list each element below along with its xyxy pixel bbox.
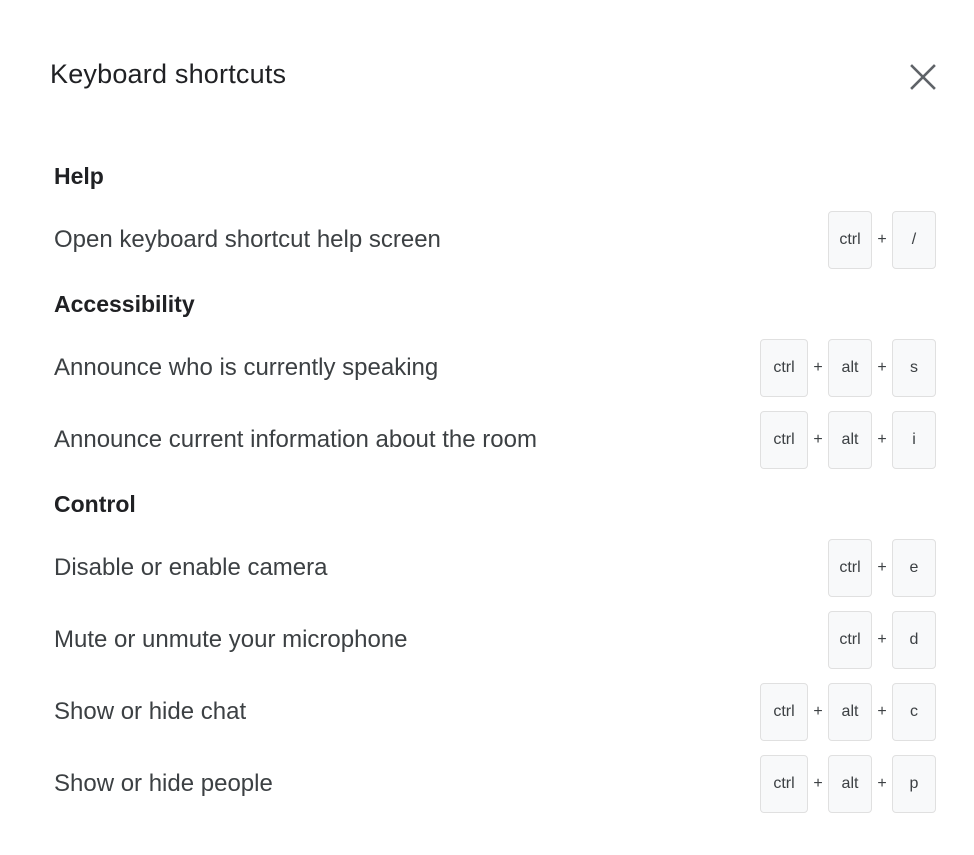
section-title-control: Control bbox=[54, 491, 136, 517]
section-title-help: Help bbox=[54, 163, 104, 189]
key-separator: + bbox=[877, 559, 887, 576]
shortcut-label: Announce who is currently speaking bbox=[54, 354, 439, 381]
key-cap: d bbox=[892, 611, 936, 669]
key-separator: + bbox=[813, 359, 823, 376]
key-cap: e bbox=[892, 539, 936, 597]
key-separator: + bbox=[877, 703, 887, 720]
key-separator: + bbox=[877, 631, 887, 648]
shortcut-row: Open keyboard shortcut help screen ctrl … bbox=[54, 204, 936, 276]
shortcut-row: Announce current information about the r… bbox=[54, 404, 936, 476]
key-separator: + bbox=[877, 359, 887, 376]
key-separator: + bbox=[877, 231, 887, 248]
shortcut-keys: ctrl + alt + s bbox=[760, 339, 936, 397]
shortcut-label: Show or hide chat bbox=[54, 698, 247, 725]
dialog-title: Keyboard shortcuts bbox=[50, 59, 287, 89]
key-separator: + bbox=[877, 431, 887, 448]
close-button[interactable] bbox=[898, 54, 948, 100]
close-icon bbox=[910, 64, 936, 90]
shortcut-keys: ctrl + d bbox=[828, 611, 936, 669]
key-separator: + bbox=[877, 775, 887, 792]
keyboard-shortcuts-dialog: Keyboard shortcuts Help Open keyboard sh… bbox=[0, 0, 974, 855]
shortcut-keys: ctrl + alt + c bbox=[760, 683, 936, 741]
key-cap: alt bbox=[828, 683, 872, 741]
key-cap: ctrl bbox=[828, 539, 872, 597]
key-cap: ctrl bbox=[760, 339, 808, 397]
shortcut-row: Disable or enable camera ctrl + e bbox=[54, 532, 936, 604]
shortcut-keys: ctrl + / bbox=[828, 211, 936, 269]
key-cap: ctrl bbox=[760, 411, 808, 469]
key-cap: ctrl bbox=[828, 611, 872, 669]
shortcut-row: Show or hide people ctrl + alt + p bbox=[54, 748, 936, 820]
shortcut-keys: ctrl + alt + i bbox=[760, 411, 936, 469]
shortcut-label: Announce current information about the r… bbox=[54, 426, 537, 453]
shortcuts-list: Help Open keyboard shortcut help screen … bbox=[54, 148, 936, 820]
key-cap: c bbox=[892, 683, 936, 741]
shortcut-keys: ctrl + alt + p bbox=[760, 755, 936, 813]
key-cap: i bbox=[892, 411, 936, 469]
key-cap: s bbox=[892, 339, 936, 397]
key-separator: + bbox=[813, 775, 823, 792]
shortcut-label: Open keyboard shortcut help screen bbox=[54, 226, 441, 253]
shortcut-row: Announce who is currently speaking ctrl … bbox=[54, 332, 936, 404]
key-cap: p bbox=[892, 755, 936, 813]
shortcut-keys: ctrl + e bbox=[828, 539, 936, 597]
shortcut-row: Mute or unmute your microphone ctrl + d bbox=[54, 604, 936, 676]
key-cap: ctrl bbox=[760, 755, 808, 813]
key-separator: + bbox=[813, 431, 823, 448]
key-cap: / bbox=[892, 211, 936, 269]
shortcut-label: Show or hide people bbox=[54, 770, 273, 797]
key-cap: alt bbox=[828, 411, 872, 469]
shortcut-label: Mute or unmute your microphone bbox=[54, 626, 408, 653]
key-cap: ctrl bbox=[828, 211, 872, 269]
section-title-accessibility: Accessibility bbox=[54, 291, 195, 317]
key-cap: alt bbox=[828, 755, 872, 813]
shortcut-label: Disable or enable camera bbox=[54, 554, 328, 581]
key-cap: ctrl bbox=[760, 683, 808, 741]
key-separator: + bbox=[813, 703, 823, 720]
shortcut-row: Show or hide chat ctrl + alt + c bbox=[54, 676, 936, 748]
key-cap: alt bbox=[828, 339, 872, 397]
